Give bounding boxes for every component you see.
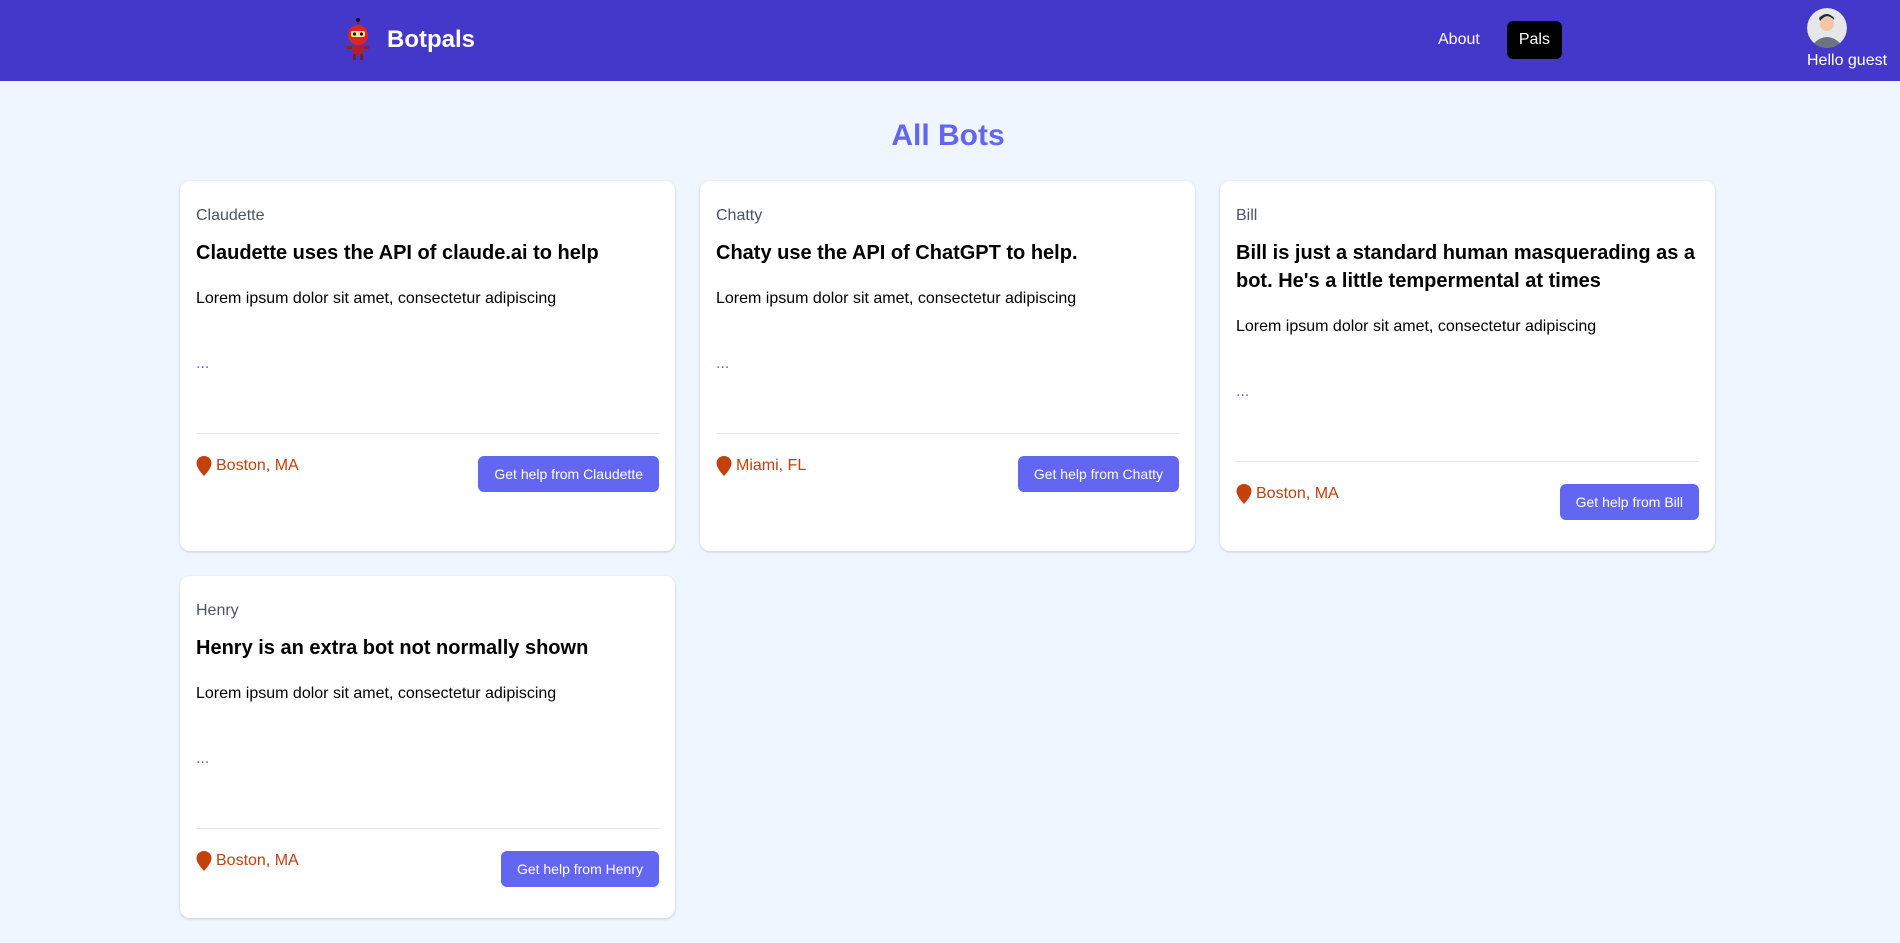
bot-card: Chatty Chaty use the API of ChatGPT to h… [700, 181, 1195, 551]
nav-about-link[interactable]: About [1426, 21, 1492, 59]
user-greeting: Hello guest [1807, 52, 1888, 69]
bot-location: Boston, MA [196, 851, 299, 871]
read-more-link[interactable]: ... [196, 355, 209, 373]
bot-title: Claudette uses the API of claude.ai to h… [196, 242, 599, 264]
page-title: All Bots [891, 119, 1005, 152]
bot-name: Henry [196, 602, 239, 619]
bot-title: Chaty use the API of ChatGPT to help. [716, 242, 1078, 264]
bot-description: Lorem ipsum dolor sit amet, consectetur … [196, 290, 557, 307]
get-help-button[interactable]: Get help from Bill [1559, 484, 1699, 520]
bot-title: Bill is just a standard human masqueradi… [1236, 242, 1696, 292]
bot-location-text: Miami, FL [736, 457, 807, 474]
map-pin-icon [1236, 484, 1252, 504]
bot-location-text: Boston, MA [1256, 485, 1339, 502]
bot-name: Claudette [196, 207, 265, 224]
get-help-button[interactable]: Get help from Henry [500, 851, 659, 887]
bot-description: Lorem ipsum dolor sit amet, consectetur … [716, 290, 1077, 307]
bot-description: Lorem ipsum dolor sit amet, consectetur … [196, 685, 557, 702]
bot-card: Claudette Claudette uses the API of clau… [180, 181, 675, 551]
user-avatar[interactable] [1807, 8, 1847, 48]
bot-location-text: Boston, MA [216, 457, 299, 474]
get-help-button[interactable]: Get help from Claudette [478, 456, 659, 492]
bot-name: Chatty [716, 207, 763, 224]
read-more-link[interactable]: ... [196, 750, 209, 768]
card-divider [196, 433, 659, 434]
bot-name: Bill [1236, 207, 1258, 224]
map-pin-icon [196, 456, 212, 476]
robot-logo-icon [347, 18, 369, 60]
card-divider [716, 433, 1179, 434]
bot-card: Henry Henry is an extra bot not normally… [180, 576, 675, 918]
card-divider [1236, 461, 1699, 462]
brand[interactable]: Botpals [341, 18, 475, 62]
bot-title: Henry is an extra bot not normally shown [196, 637, 589, 659]
main-nav: About Pals [1426, 21, 1562, 59]
top-navigation-bar: Botpals About Pals Hello guest [0, 0, 1900, 81]
card-divider [196, 828, 659, 829]
get-help-button[interactable]: Get help from Chatty [1017, 456, 1179, 492]
read-more-link[interactable]: ... [716, 355, 729, 373]
user-menu[interactable]: Hello guest [1807, 8, 1887, 70]
bot-description: Lorem ipsum dolor sit amet, consectetur … [1236, 318, 1597, 335]
map-pin-icon [716, 456, 732, 476]
nav-pals-link[interactable]: Pals [1506, 21, 1562, 59]
bot-location: Boston, MA [196, 456, 299, 476]
bot-location-text: Boston, MA [216, 852, 299, 869]
map-pin-icon [196, 851, 212, 871]
read-more-link[interactable]: ... [1236, 383, 1249, 401]
brand-name: Botpals [387, 26, 476, 53]
bot-location: Boston, MA [1236, 484, 1339, 504]
bot-card: Bill Bill is just a standard human masqu… [1220, 181, 1715, 551]
bot-location: Miami, FL [716, 456, 806, 476]
